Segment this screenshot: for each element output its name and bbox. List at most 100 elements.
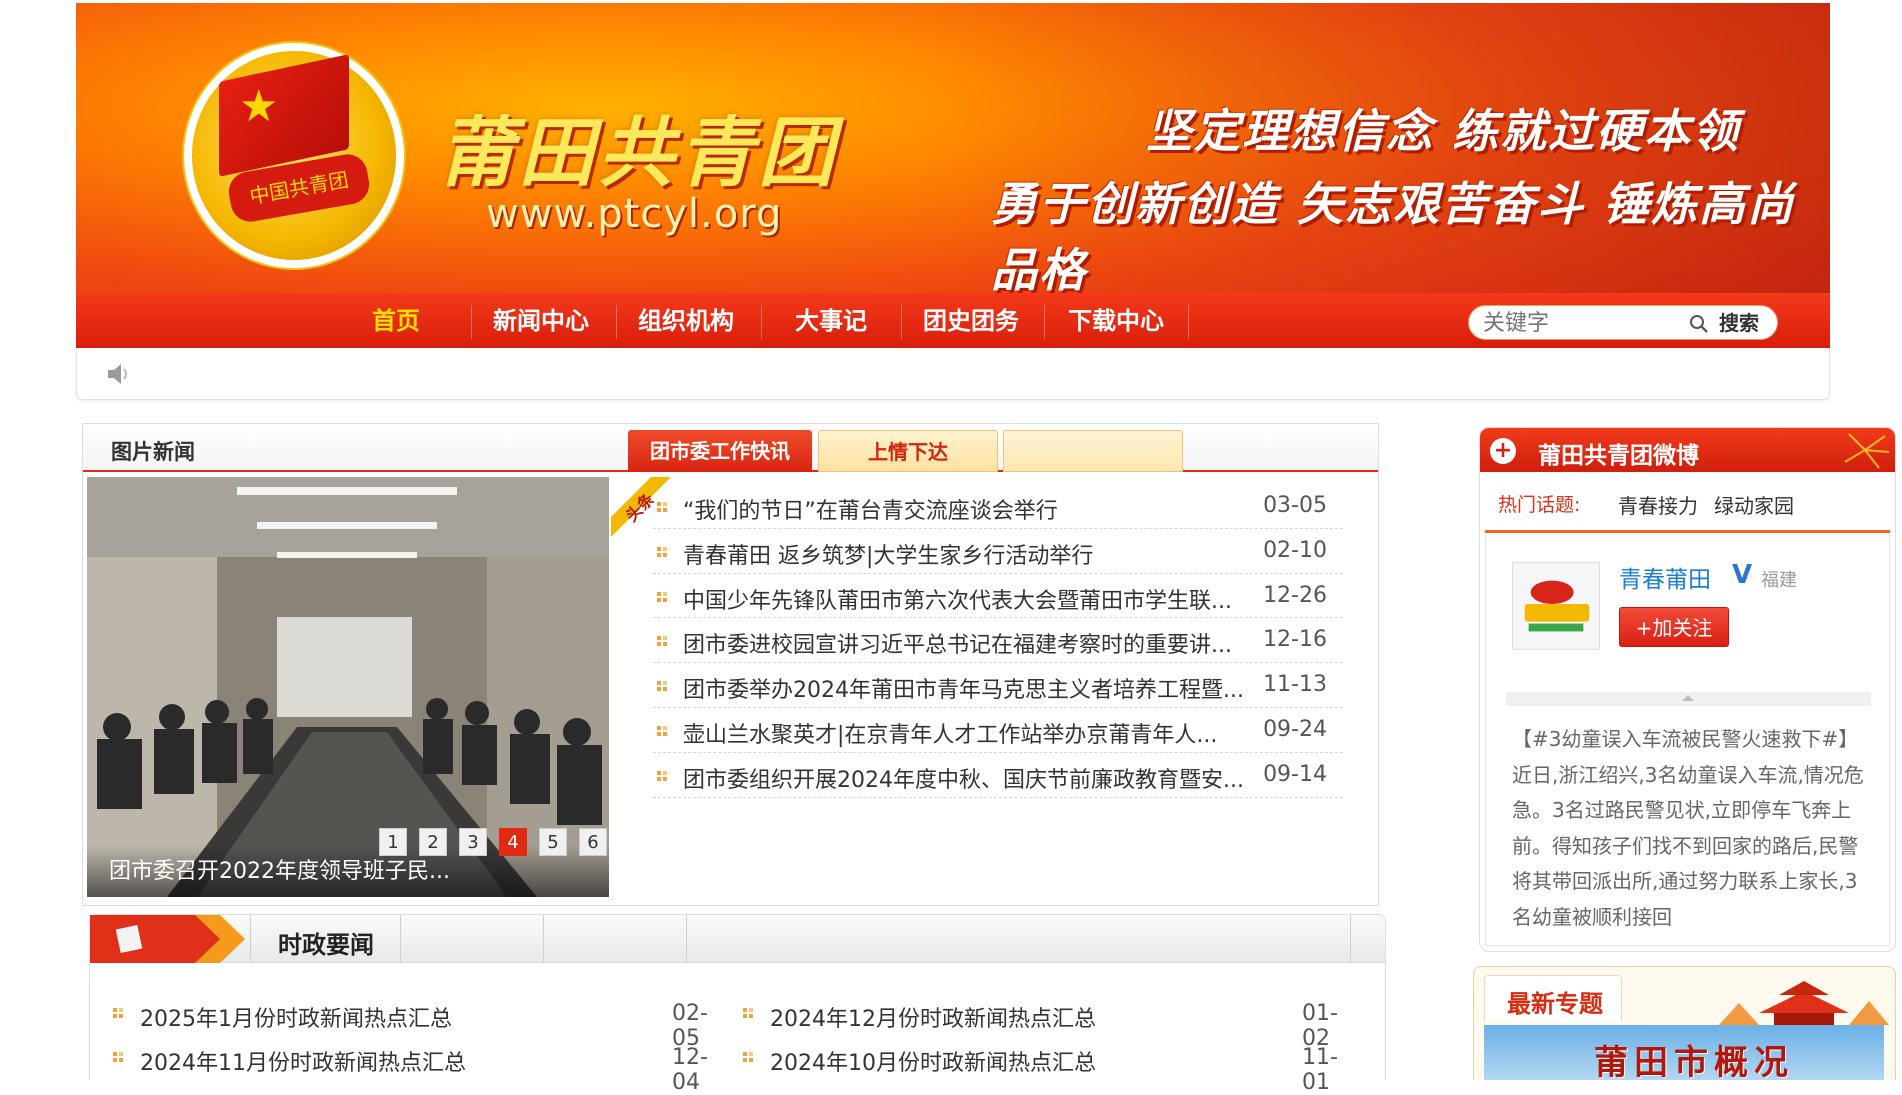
slide-caption[interactable]: 团市委召开2022年度领导班子民... bbox=[109, 853, 450, 885]
news-row: 团市委举办2024年莆田市青年马克思主义者培养工程暨... 11-13 bbox=[653, 663, 1343, 708]
news-date: 12-16 bbox=[1263, 627, 1327, 653]
news-title[interactable]: “我们的节日”在莆台青交流座谈会举行 bbox=[683, 493, 1253, 525]
slide-caption-bar: 团市委召开2022年度领导班子民... bbox=[87, 845, 609, 897]
current-affairs-date: 11-01 bbox=[1302, 1045, 1338, 1095]
special-topics-tab[interactable]: 最新专题 bbox=[1484, 975, 1622, 1021]
current-affairs-header: 时政要闻 bbox=[90, 915, 1385, 963]
news-title[interactable]: 团市委组织开展2024年度中秋、国庆节前廉政教育暨安... bbox=[683, 762, 1253, 794]
current-affairs-title[interactable]: 2024年10月份时政新闻热点汇总 bbox=[770, 1045, 1096, 1077]
header-divider bbox=[1350, 915, 1351, 963]
header-divider bbox=[250, 915, 251, 963]
tab-notices[interactable]: 上情下达 bbox=[818, 430, 998, 472]
header-divider bbox=[543, 915, 544, 963]
slide-page-2[interactable]: 2 bbox=[419, 828, 447, 856]
search-box: 搜索 bbox=[1468, 305, 1778, 340]
slide-page-6[interactable]: 6 bbox=[579, 828, 607, 856]
current-affairs-title[interactable]: 2025年1月份时政新闻热点汇总 bbox=[140, 1001, 452, 1033]
notice-bar bbox=[76, 348, 1830, 400]
news-date: 03-05 bbox=[1263, 493, 1327, 518]
current-affairs-title[interactable]: 2024年12月份时政新闻热点汇总 bbox=[770, 1001, 1096, 1033]
collapse-toggle[interactable] bbox=[1506, 692, 1871, 706]
news-title[interactable]: 团市委进校园宣讲习近平总书记在福建考察时的重要讲... bbox=[683, 627, 1253, 659]
pagoda-icon bbox=[1719, 981, 1889, 1025]
special-topic-banner-text: 莆田市概况 bbox=[1594, 1043, 1794, 1080]
nav-item-organization[interactable]: 组织机构 bbox=[621, 293, 751, 348]
nav-item-events[interactable]: 大事记 bbox=[766, 293, 896, 348]
site-title: 莆田共青团 bbox=[438, 108, 838, 197]
picture-news-slideshow[interactable]: 团市委召开2022年度领导班子民... 1 2 3 4 5 6 bbox=[87, 477, 609, 897]
weibo-divider bbox=[1485, 530, 1890, 533]
news-title[interactable]: 壶山兰水聚英才|在京青年人才工作站举办京莆青年人... bbox=[683, 717, 1253, 749]
firework-icon bbox=[1844, 433, 1890, 469]
weibo-widget: + 莆田共青团微博 热门话题: 青春接力 绿动家园 青春莆田 V 福建 +加关注… bbox=[1479, 427, 1896, 952]
search-icon[interactable] bbox=[1687, 312, 1711, 336]
search-input[interactable] bbox=[1483, 310, 1683, 337]
picture-news-title: 图片新闻 bbox=[111, 440, 195, 464]
nav-divider bbox=[761, 305, 762, 339]
news-row: 团市委进校园宣讲习近平总书记在福建考察时的重要讲... 12-16 bbox=[653, 618, 1343, 664]
account-avatar[interactable] bbox=[1512, 562, 1600, 650]
speaker-icon bbox=[108, 364, 127, 384]
news-date: 09-14 bbox=[1263, 761, 1327, 787]
hot-topic-link[interactable]: 绿动家园 bbox=[1714, 490, 1794, 519]
nav-item-home[interactable]: 首页 bbox=[341, 293, 451, 348]
bullet-icon bbox=[657, 725, 667, 736]
news-row: 中国少年先锋队莆田市第六次代表大会暨莆田市学生联... 12-26 bbox=[653, 574, 1343, 619]
bullet-icon bbox=[657, 681, 667, 692]
current-affairs-title[interactable]: 2024年11月份时政新闻热点汇总 bbox=[140, 1045, 466, 1077]
bullet-icon bbox=[657, 591, 667, 602]
slide-page-1[interactable]: 1 bbox=[379, 828, 407, 856]
bullet-icon bbox=[657, 502, 667, 512]
follow-button[interactable]: +加关注 bbox=[1619, 607, 1729, 647]
bullet-icon bbox=[113, 1052, 123, 1062]
search-button[interactable]: 搜索 bbox=[1719, 308, 1759, 339]
slide-page-3[interactable]: 3 bbox=[459, 828, 487, 856]
nav-divider bbox=[1044, 305, 1045, 339]
verified-icon: V bbox=[1732, 560, 1753, 590]
site-banner: ★ 中国共青团 莆田共青团 www.ptcyl.org 坚定理想信念 练就过硬本… bbox=[76, 3, 1830, 348]
nav-item-news[interactable]: 新闻中心 bbox=[476, 293, 606, 348]
main-nav: 首页 新闻中心 组织机构 大事记 团史团务 下载中心 搜索 bbox=[76, 293, 1830, 348]
slide-page-4[interactable]: 4 bbox=[499, 828, 527, 856]
news-title[interactable]: 团市委举办2024年莆田市青年马克思主义者培养工程暨... bbox=[683, 672, 1253, 704]
news-list: “我们的节日”在莆台青交流座谈会举行 03-05 青春莆田 返乡筑梦|大学生家乡… bbox=[653, 484, 1343, 798]
account-location: 福建 bbox=[1761, 570, 1797, 591]
current-affairs-row: 2024年12月份时政新闻热点汇总 01-02 bbox=[742, 997, 1362, 1051]
news-title[interactable]: 中国少年先锋队莆田市第六次代表大会暨莆田市学生联... bbox=[683, 583, 1253, 615]
nav-item-history[interactable]: 团史团务 bbox=[906, 293, 1036, 348]
special-topic-banner[interactable]: 莆田市概况 bbox=[1484, 1025, 1884, 1080]
tab-work-news[interactable]: 团市委工作快讯 bbox=[628, 430, 812, 472]
account-name[interactable]: 青春莆田 bbox=[1619, 560, 1711, 594]
meeting-photo bbox=[87, 477, 609, 897]
news-section: 图片新闻 团市委工作快讯 上情下达 团市委召开2022年度领导班子民... 1 … bbox=[82, 423, 1379, 906]
header-divider bbox=[686, 915, 687, 963]
weibo-post-text: 【#3幼童误入车流被民警火速救下#】近日,浙江绍兴,3名幼童误入车流,情况危急。… bbox=[1512, 727, 1864, 929]
tab-empty[interactable] bbox=[1003, 430, 1183, 472]
bullet-icon bbox=[113, 1008, 123, 1018]
hot-topic-link[interactable]: 青春接力 bbox=[1618, 490, 1698, 519]
special-topics-title: 最新专题 bbox=[1507, 990, 1603, 1018]
news-date: 09-24 bbox=[1263, 716, 1327, 742]
current-affairs-row: 2025年1月份时政新闻热点汇总 02-05 bbox=[112, 997, 732, 1051]
current-affairs-row: 2024年11月份时政新闻热点汇总 12-04 bbox=[112, 1041, 732, 1095]
news-date: 11-13 bbox=[1263, 672, 1327, 698]
site-url: www.ptcyl.org bbox=[486, 191, 783, 237]
bullet-icon bbox=[743, 1008, 753, 1018]
news-row: “我们的节日”在莆台青交流座谈会举行 03-05 bbox=[653, 484, 1343, 529]
nav-item-downloads[interactable]: 下载中心 bbox=[1051, 293, 1181, 348]
nav-divider bbox=[471, 305, 472, 339]
bullet-icon bbox=[657, 770, 667, 781]
news-title[interactable]: 青春莆田 返乡筑梦|大学生家乡行活动举行 bbox=[683, 538, 1253, 570]
weibo-title: 莆田共青团微博 bbox=[1538, 443, 1699, 469]
news-row: 青春莆田 返乡筑梦|大学生家乡行活动举行 02-10 bbox=[653, 529, 1343, 574]
special-topics: 最新专题 莆田市概况 bbox=[1473, 966, 1896, 1080]
slide-page-5[interactable]: 5 bbox=[539, 828, 567, 856]
current-affairs-title: 时政要闻 bbox=[278, 931, 374, 959]
news-section-header: 图片新闻 团市委工作快讯 上情下达 bbox=[83, 424, 1378, 472]
bullet-icon bbox=[743, 1052, 753, 1062]
nav-divider bbox=[616, 305, 617, 339]
weibo-card: 青春莆田 V 福建 +加关注 【#3幼童误入车流被民警火速救下#】近日,浙江绍兴… bbox=[1485, 534, 1890, 946]
bullet-icon bbox=[657, 546, 667, 557]
hot-topics-label: 热门话题: bbox=[1498, 494, 1581, 516]
slogan-line-2: 勇于创新创造 矢志艰苦奋斗 锤炼高尚品格 bbox=[991, 177, 1796, 297]
